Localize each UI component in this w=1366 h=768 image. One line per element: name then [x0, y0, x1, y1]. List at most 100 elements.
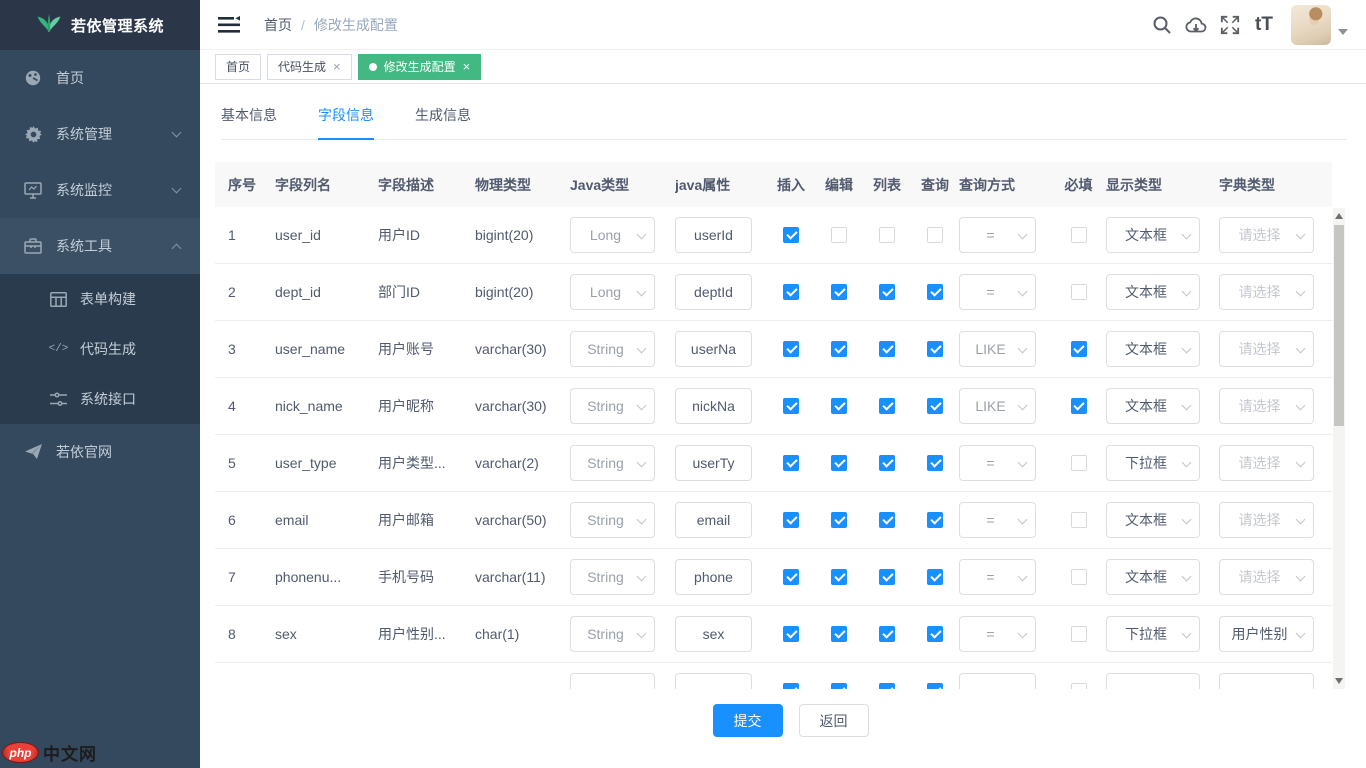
query-type-select[interactable]: LIKE	[959, 388, 1036, 424]
required-checkbox[interactable]	[1071, 284, 1087, 300]
insert-checkbox[interactable]	[783, 284, 799, 300]
sidebar-subitem-code[interactable]: </>代码生成	[0, 324, 200, 374]
java-field-input[interactable]	[675, 559, 752, 595]
tab-字段信息[interactable]: 字段信息	[318, 103, 374, 140]
query-checkbox[interactable]	[927, 683, 943, 689]
query-type-select[interactable]: =	[959, 445, 1036, 481]
list-checkbox[interactable]	[879, 455, 895, 471]
display-type-select[interactable]: 下拉框	[1106, 616, 1200, 652]
search-icon[interactable]	[1145, 5, 1179, 45]
java-field-input[interactable]	[675, 616, 752, 652]
sidebar-item-gear[interactable]: 系统管理	[0, 106, 200, 162]
insert-checkbox[interactable]	[783, 683, 799, 689]
edit-checkbox[interactable]	[831, 512, 847, 528]
scrollbar-thumb[interactable]	[1334, 225, 1344, 426]
close-icon[interactable]: ×	[463, 60, 471, 73]
display-type-select[interactable]: 文本框	[1106, 217, 1200, 253]
query-type-select[interactable]: =	[959, 217, 1036, 253]
insert-checkbox[interactable]	[783, 341, 799, 357]
java-field-input[interactable]	[675, 217, 752, 253]
dict-type-select[interactable]: 请选择	[1219, 445, 1314, 481]
edit-checkbox[interactable]	[831, 341, 847, 357]
dict-type-select[interactable]: 请选择	[1219, 502, 1314, 538]
insert-checkbox[interactable]	[783, 227, 799, 243]
query-checkbox[interactable]	[927, 284, 943, 300]
display-type-select[interactable]: 文本框	[1106, 331, 1200, 367]
required-checkbox[interactable]	[1071, 341, 1087, 357]
required-checkbox[interactable]	[1071, 398, 1087, 414]
list-checkbox[interactable]	[879, 569, 895, 585]
required-checkbox[interactable]	[1071, 626, 1087, 642]
dict-type-select[interactable]	[1219, 673, 1314, 689]
query-type-select[interactable]: =	[959, 616, 1036, 652]
required-checkbox[interactable]	[1071, 455, 1087, 471]
sidebar-item-monitor[interactable]: 系统监控	[0, 162, 200, 218]
query-type-select[interactable]: =	[959, 559, 1036, 595]
edit-checkbox[interactable]	[831, 284, 847, 300]
query-type-select[interactable]: =	[959, 274, 1036, 310]
edit-checkbox[interactable]	[831, 455, 847, 471]
sidebar-subitem-sliders[interactable]: 系统接口	[0, 374, 200, 424]
query-checkbox[interactable]	[927, 569, 943, 585]
query-checkbox[interactable]	[927, 398, 943, 414]
back-button[interactable]: 返回	[799, 704, 869, 737]
java-field-input[interactable]	[675, 673, 752, 689]
chevron-down-icon[interactable]	[1338, 29, 1348, 35]
scroll-down-icon[interactable]	[1333, 675, 1345, 687]
tab-基本信息[interactable]: 基本信息	[221, 103, 277, 139]
insert-checkbox[interactable]	[783, 512, 799, 528]
sidebar-item-dashboard[interactable]: 首页	[0, 50, 200, 106]
display-type-select[interactable]: 文本框	[1106, 388, 1200, 424]
java-field-input[interactable]	[675, 502, 752, 538]
edit-checkbox[interactable]	[831, 683, 847, 689]
dict-type-select[interactable]: 请选择	[1219, 331, 1314, 367]
display-type-select[interactable]	[1106, 673, 1200, 689]
insert-checkbox[interactable]	[783, 626, 799, 642]
table-scrollbar[interactable]	[1333, 208, 1345, 689]
java-field-input[interactable]	[675, 388, 752, 424]
breadcrumb-item[interactable]: 首页	[264, 15, 292, 35]
java-type-select[interactable]: String	[570, 331, 655, 367]
java-field-input[interactable]	[675, 274, 752, 310]
required-checkbox[interactable]	[1071, 683, 1087, 689]
submit-button[interactable]: 提交	[713, 704, 783, 737]
query-checkbox[interactable]	[927, 626, 943, 642]
query-checkbox[interactable]	[927, 227, 943, 243]
query-type-select[interactable]	[959, 673, 1036, 689]
close-icon[interactable]: ×	[333, 60, 341, 73]
sidebar-subitem-form-grid[interactable]: 表单构建	[0, 274, 200, 324]
list-checkbox[interactable]	[879, 683, 895, 689]
java-type-select[interactable]: String	[570, 616, 655, 652]
java-type-select[interactable]	[570, 673, 655, 689]
edit-checkbox[interactable]	[831, 398, 847, 414]
list-checkbox[interactable]	[879, 626, 895, 642]
java-type-select[interactable]: String	[570, 445, 655, 481]
insert-checkbox[interactable]	[783, 569, 799, 585]
display-type-select[interactable]: 文本框	[1106, 559, 1200, 595]
java-type-select[interactable]: Long	[570, 274, 655, 310]
cloud-download-icon[interactable]	[1179, 5, 1213, 45]
list-checkbox[interactable]	[879, 227, 895, 243]
dict-type-select[interactable]: 请选择	[1219, 559, 1314, 595]
dict-type-select[interactable]: 用户性别	[1219, 616, 1314, 652]
sidebar-item-toolbox[interactable]: 系统工具	[0, 218, 200, 274]
query-checkbox[interactable]	[927, 512, 943, 528]
required-checkbox[interactable]	[1071, 512, 1087, 528]
java-type-select[interactable]: Long	[570, 217, 655, 253]
edit-checkbox[interactable]	[831, 227, 847, 243]
fullscreen-icon[interactable]	[1213, 5, 1247, 45]
avatar[interactable]	[1291, 5, 1331, 45]
display-type-select[interactable]: 下拉框	[1106, 445, 1200, 481]
edit-checkbox[interactable]	[831, 569, 847, 585]
java-type-select[interactable]: String	[570, 559, 655, 595]
sidebar-collapse-icon[interactable]	[218, 16, 240, 34]
java-type-select[interactable]: String	[570, 388, 655, 424]
display-type-select[interactable]: 文本框	[1106, 502, 1200, 538]
query-checkbox[interactable]	[927, 341, 943, 357]
edit-checkbox[interactable]	[831, 626, 847, 642]
required-checkbox[interactable]	[1071, 227, 1087, 243]
list-checkbox[interactable]	[879, 512, 895, 528]
query-type-select[interactable]: LIKE	[959, 331, 1036, 367]
list-checkbox[interactable]	[879, 284, 895, 300]
dict-type-select[interactable]: 请选择	[1219, 388, 1314, 424]
